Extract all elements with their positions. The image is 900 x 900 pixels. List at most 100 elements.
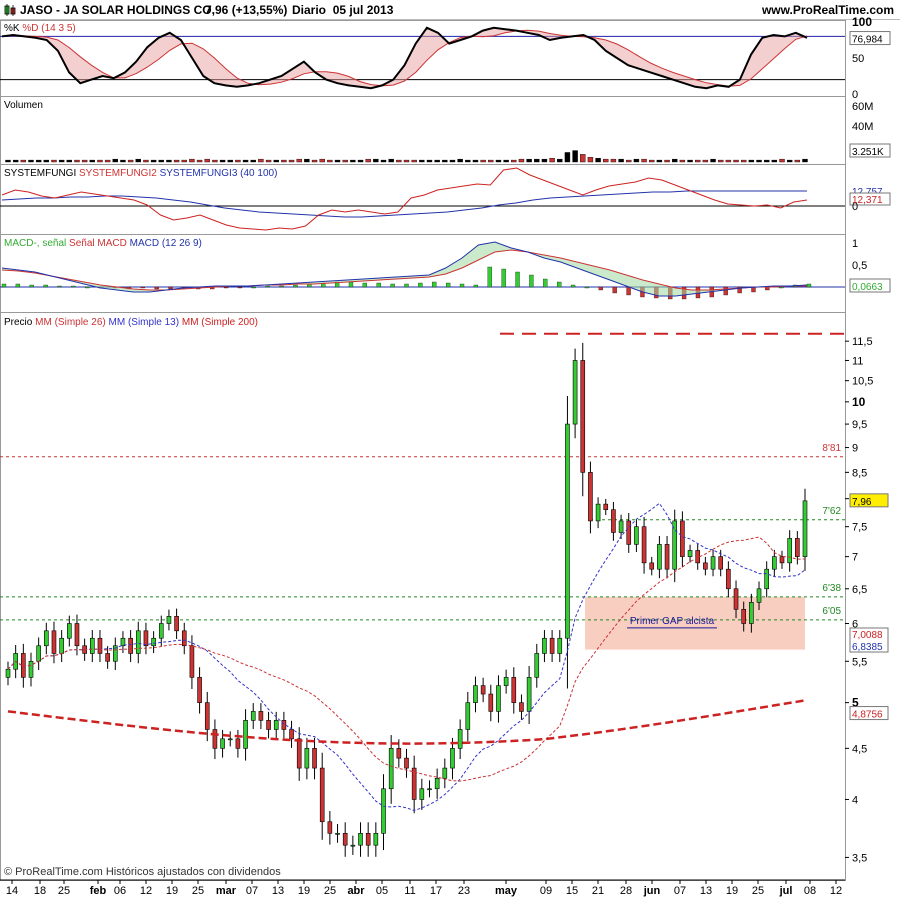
volume-bar — [672, 158, 678, 163]
footer-credit: © ProRealTime.com Históricos ajustados c… — [4, 866, 281, 878]
price-axis-label: 10 — [852, 395, 866, 409]
volume-bar — [89, 159, 95, 163]
volume-bar — [250, 159, 256, 163]
candle-body — [434, 777, 440, 790]
x-axis-label: mar — [216, 885, 237, 897]
macd-axis-label: 0,5 — [852, 260, 867, 272]
volume-bar — [557, 158, 563, 163]
volume-bar — [97, 159, 103, 163]
x-axis-label: 07 — [246, 885, 258, 897]
candle-body — [59, 637, 64, 654]
ma13-value-label: 6,8385 — [852, 642, 883, 653]
candle-body — [511, 677, 517, 703]
volume-bar — [350, 159, 356, 163]
volume-bar — [273, 159, 279, 163]
x-axis-label: 15 — [566, 885, 578, 897]
candle-body — [488, 693, 494, 712]
volume-bar — [74, 159, 80, 163]
volume-bar — [5, 159, 11, 163]
candle-body — [166, 616, 172, 624]
reference-level-label: 6'38 — [822, 583, 841, 594]
candle-body — [519, 702, 524, 712]
candle-body — [404, 757, 409, 769]
candle-body — [741, 608, 746, 624]
macd-histogram-bar — [432, 281, 437, 288]
candle-body — [135, 630, 141, 654]
macd-histogram-bar — [570, 284, 576, 288]
volume-bar — [603, 158, 609, 163]
macd-histogram-bar — [445, 282, 451, 288]
volume-bar — [357, 159, 364, 163]
price-axis-label: 10,5 — [852, 376, 873, 388]
candle-body — [442, 767, 448, 779]
volume-bar — [388, 158, 394, 163]
candle-body — [427, 788, 432, 791]
volume-bar — [802, 158, 808, 163]
candle-body — [580, 360, 586, 473]
macd-histogram-bar — [237, 286, 243, 289]
volume-bar — [587, 157, 594, 163]
candle-body — [220, 738, 225, 749]
volume-bar — [695, 159, 701, 163]
volume-bar — [373, 158, 379, 163]
volume-bar — [196, 159, 203, 163]
macd-histogram-bar — [293, 284, 298, 288]
volume-bar — [219, 159, 226, 163]
volume-bar — [472, 159, 479, 163]
candle-body — [657, 544, 662, 570]
macd-histogram-bar — [487, 266, 492, 288]
x-axis-label: 08 — [804, 885, 816, 897]
volume-bar — [311, 159, 318, 163]
candle-body — [534, 653, 540, 678]
x-axis-label: 11 — [404, 885, 415, 897]
price-axis-label: 11 — [852, 355, 863, 367]
x-axis-label: 13 — [700, 885, 712, 897]
macd-axis-label: 1 — [852, 238, 858, 250]
macd-histogram-bar — [473, 284, 479, 288]
x-axis-label: 19 — [726, 885, 738, 897]
macd-panel-title: MACD-, señal Señal MACD MACD (12 26 9) — [4, 238, 202, 249]
candle-body — [335, 833, 340, 835]
candle-body — [764, 568, 769, 590]
x-axis-label: 12 — [830, 885, 842, 897]
candle-body — [565, 423, 570, 639]
volume-bar — [718, 159, 724, 163]
candle-body — [603, 503, 609, 510]
volume-bar — [319, 158, 325, 163]
volume-bar — [127, 159, 134, 163]
candle-body — [350, 844, 356, 847]
stoch-panel-title: %K %D (14 3 5) — [4, 23, 76, 34]
candle-body — [388, 748, 394, 790]
price-axis-label: 6,5 — [852, 584, 867, 596]
price-axis-label: 8,5 — [852, 467, 867, 479]
volume-panel-title: Volumen — [4, 100, 43, 111]
candle-body — [465, 702, 471, 730]
volume-bar — [58, 159, 65, 163]
volume-bar — [158, 159, 164, 163]
volume-bar — [656, 159, 663, 163]
candle-body — [44, 630, 49, 647]
stoch-axis-label: 50 — [852, 53, 864, 65]
candle-body — [618, 520, 624, 533]
candle-body — [772, 556, 777, 570]
candle-body — [342, 833, 348, 846]
candle-body — [151, 637, 156, 647]
candle-body — [204, 702, 210, 730]
x-axis-label: 09 — [540, 885, 552, 897]
volume-bar — [135, 158, 141, 163]
volume-bar — [281, 159, 287, 163]
volume-bar — [511, 159, 517, 163]
candle-body — [695, 550, 701, 564]
volume-bar — [541, 158, 548, 163]
price-axis-label: 9 — [852, 443, 858, 455]
candle-body — [496, 685, 501, 712]
candle-body — [473, 685, 478, 703]
x-axis-label: 25 — [324, 885, 336, 897]
candle-body — [611, 509, 616, 533]
candle-body — [296, 738, 302, 769]
candle-body — [97, 637, 103, 654]
ma26-value-label: 7,0088 — [852, 630, 883, 641]
volume-bar — [595, 157, 601, 163]
volume-bar — [120, 159, 126, 163]
price-axis-label: 5,5 — [852, 656, 867, 668]
